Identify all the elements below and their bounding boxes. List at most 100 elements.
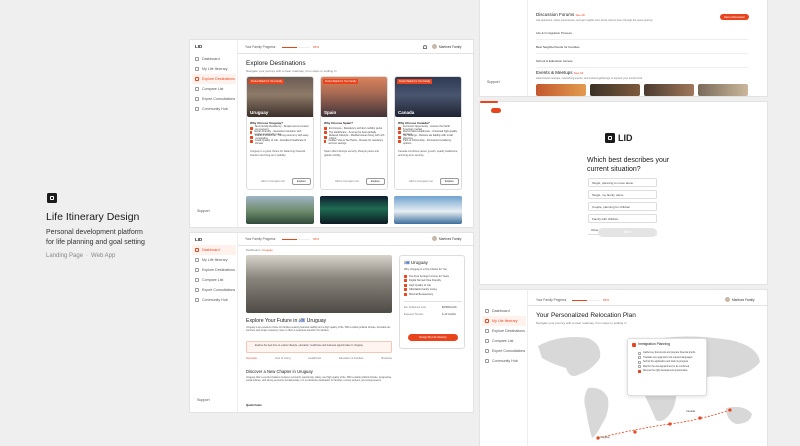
sidebar-nav: Dashboard My Life Itinerary Explore Dest…: [192, 54, 236, 114]
map-icon: [195, 258, 199, 262]
breadcrumb-root[interactable]: Dashboard: [246, 248, 260, 252]
destination-card-spain[interactable]: Perfect Match for Your Family Spain Why …: [320, 76, 388, 190]
sidebar-item-community[interactable]: Community Hub: [192, 104, 236, 114]
explore-button[interactable]: Explore: [292, 178, 311, 185]
sidebar-item-experts[interactable]: Expert Consultations: [482, 346, 526, 356]
sidebar-item-compare[interactable]: Compare List: [482, 336, 526, 346]
map-icon: [195, 67, 199, 71]
progress-callout-pill: [480, 101, 498, 103]
explore-button[interactable]: Explore: [366, 178, 385, 185]
compare-button[interactable]: Add to Compare List: [409, 180, 433, 183]
sidebar-item-itinerary[interactable]: My Life Itinerary: [192, 255, 236, 265]
thread-row[interactable]: Best Neighborhoods for Families: [536, 40, 748, 54]
check-icon: [324, 126, 327, 130]
sidebar-item-dashboard[interactable]: Dashboard: [192, 54, 236, 64]
stat2-value: 6–12 months: [442, 313, 456, 316]
start-discussion-button[interactable]: Start a Discussion: [720, 14, 749, 20]
side-divider: [404, 301, 462, 302]
destination-card-uruguay[interactable]: Perfect Match for Your Family Uruguay Wh…: [246, 76, 314, 190]
thread-row[interactable]: Life & Immigration Process: [536, 26, 748, 40]
tab-overview[interactable]: Overview: [246, 357, 257, 360]
destination-photo-rio: [246, 196, 314, 224]
route-point: [668, 422, 672, 426]
card-why: Why Choose Spain?: [324, 121, 354, 125]
sidebar-item-itinerary[interactable]: My Life Itinerary: [482, 316, 526, 326]
users-icon: [485, 349, 489, 353]
sidebar-stub: Support: [480, 0, 528, 96]
sidebar-item-community[interactable]: Community Hub: [192, 295, 236, 305]
event-photo-1: [536, 84, 586, 96]
next-button[interactable]: Next: [598, 228, 657, 237]
avatar[interactable]: [432, 44, 437, 49]
question-line-2: current situation?: [587, 166, 641, 173]
explore-button[interactable]: Explore: [440, 178, 459, 185]
tab-healthcare[interactable]: Healthcare: [309, 357, 322, 360]
map-north-america: [538, 337, 601, 376]
user-name[interactable]: Martinez Family: [732, 298, 755, 302]
design-itinerary-button[interactable]: Design My Life Itinerary: [408, 334, 458, 341]
sidebar-item-experts[interactable]: Expert Consultations: [192, 94, 236, 104]
question-line-1: Which best describes your: [587, 157, 670, 164]
progress-percent: 65%: [603, 298, 610, 302]
option-single-family[interactable]: Single, my family, alone: [588, 190, 657, 199]
progress-badge: [491, 108, 501, 113]
sidebar-support[interactable]: Support: [197, 398, 210, 402]
intro-title: Life Itinerary Design: [46, 211, 140, 223]
sidebar-item-compare[interactable]: Compare List: [192, 84, 236, 94]
avatar[interactable]: [432, 236, 437, 241]
page-subtitle: Navigate your journey with a clear roadm…: [246, 69, 337, 73]
forums-see-all[interactable]: See All: [576, 13, 585, 17]
bell-icon[interactable]: [423, 45, 427, 49]
tab-education[interactable]: Education & Families: [339, 357, 363, 360]
user-name[interactable]: Martinez Family: [439, 237, 462, 241]
tab-business[interactable]: Business: [381, 357, 392, 360]
sidebar-item-community[interactable]: Community Hub: [482, 356, 526, 366]
intro-body: Uruguay is an excellent choice for famil…: [246, 326, 391, 333]
check-icon: [250, 131, 253, 135]
sidebar-item-explore[interactable]: Explore Destinations: [192, 265, 236, 275]
sidebar-support[interactable]: Support: [197, 209, 210, 213]
sidebar-item-explore[interactable]: Explore Destinations: [192, 74, 236, 84]
sidebar-logo: LID: [195, 44, 203, 49]
card-points: Economic Opportunity - Access the North …: [398, 125, 460, 145]
progress-bar-fill: [572, 300, 588, 302]
home-icon: [195, 248, 199, 252]
home-icon: [485, 309, 489, 313]
tab-cost[interactable]: Cost of Living: [275, 357, 291, 360]
page-title: Explore Destinations: [246, 60, 306, 67]
destination-card-canada[interactable]: Perfect Match for Your Family Canada Why…: [394, 76, 462, 190]
relocation-screen: Dashboard My Life Itinerary Explore Dest…: [480, 290, 767, 446]
progress-label: Your Family Progress: [245, 237, 276, 241]
option-single-alone[interactable]: Single, planning to move alone: [588, 178, 657, 187]
check-icon: [324, 131, 327, 135]
page-title: Your Personalized Relocation Plan: [536, 312, 636, 319]
sidebar-item-explore[interactable]: Explore Destinations: [482, 326, 526, 336]
immigration-popup[interactable]: Immigration Planning Gather key document…: [627, 338, 707, 396]
sidebar-support[interactable]: Support: [487, 80, 500, 84]
sidebar-logo: LID: [195, 237, 203, 242]
compare-button[interactable]: Add to Compare List: [261, 180, 285, 183]
logo-mark-icon: [608, 136, 612, 140]
forums-title: Discussion Forums See All: [536, 12, 585, 17]
events-see-all[interactable]: See All: [574, 71, 583, 75]
match-badge: Perfect Match for Your Family: [397, 79, 433, 84]
topbar-divider: [528, 305, 767, 306]
route-point: [728, 408, 732, 412]
progress-bar: [282, 239, 310, 241]
sidebar-item-experts[interactable]: Expert Consultations: [192, 285, 236, 295]
compare-button[interactable]: Add to Compare List: [335, 180, 359, 183]
popup-item: Discuss the right development opportunit…: [638, 369, 706, 374]
sidebar-item-compare[interactable]: Compare List: [192, 275, 236, 285]
check-icon: [398, 131, 401, 135]
page-title: Explore Your Future in 🇺🇾 Uruguay: [246, 318, 327, 324]
sidebar-item-dashboard[interactable]: Dashboard: [192, 245, 236, 255]
sidebar-item-itinerary[interactable]: My Life Itinerary: [192, 64, 236, 74]
tag-webapp: Web App: [91, 253, 116, 259]
thread-row[interactable]: School & Education Access: [536, 54, 748, 68]
sidebar-item-dashboard[interactable]: Dashboard: [482, 306, 526, 316]
avatar[interactable]: [725, 297, 730, 302]
list-icon: [485, 339, 489, 343]
user-name[interactable]: Martinez Family: [439, 45, 462, 49]
option-couple[interactable]: Couple, planning for children: [588, 202, 657, 211]
option-family-children[interactable]: Family with children: [588, 214, 657, 223]
